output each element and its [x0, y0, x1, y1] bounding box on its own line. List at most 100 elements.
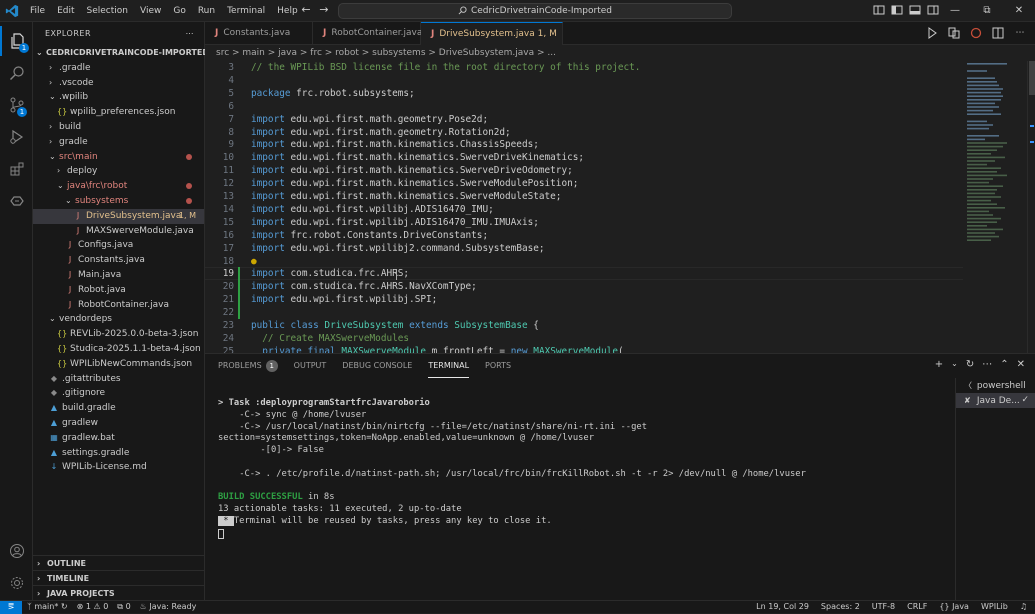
tree-item[interactable]: {} WPILibNewCommands.json [33, 357, 204, 372]
code-line[interactable]: 7 import edu.wpi.first.math.geometry.Pose… [205, 114, 963, 127]
minimize-icon[interactable]: — [939, 0, 971, 22]
terminal-output[interactable]: > Task :deployprogramStartfrcJavaroborio… [218, 398, 948, 539]
code-line[interactable]: 21 import edu.wpi.first.wpilibj.SPI; [205, 294, 963, 307]
remote-indicator-icon[interactable]: ⪚ [0, 601, 22, 614]
split-editor-icon[interactable] [991, 26, 1005, 40]
language-mode[interactable]: {} Java [939, 601, 969, 613]
tab-problems[interactable]: PROBLEMS 1 [218, 354, 278, 378]
restore-icon[interactable]: ⧉ [971, 0, 1003, 22]
code-line[interactable]: 19 import com.studica.frc.AHRS; [205, 268, 963, 281]
more-actions-icon[interactable]: ⋯ [186, 22, 195, 46]
lightbulb-icon[interactable]: ● [251, 256, 257, 269]
code-line[interactable]: 5 package frc.robot.subsystems; [205, 88, 963, 101]
notifications-bell-icon[interactable]: ♫ [1020, 601, 1027, 613]
tree-item[interactable]: › deploy [33, 164, 204, 179]
tree-item[interactable]: › gradle [33, 135, 204, 150]
code-editor[interactable]: 3 // the WPILib BSD license file in the r… [205, 61, 963, 353]
run-debug-activity[interactable] [0, 122, 33, 152]
code-line[interactable]: 14 import edu.wpi.first.wpilibj.ADIS16470… [205, 204, 963, 217]
tab-drivesubsystem[interactable]: J DriveSubsystem.java 1, M [421, 22, 563, 60]
toggle-primary-sidebar-icon[interactable] [890, 3, 904, 17]
code-line[interactable]: 4 [205, 75, 963, 88]
code-line[interactable]: 25 private final MAXSwerveModule m_front… [205, 346, 963, 353]
forward-arrow-icon[interactable]: → [316, 2, 332, 18]
minimap[interactable] [963, 61, 1027, 353]
code-line[interactable]: 18 ● [205, 256, 963, 269]
tree-item[interactable]: {} REVLib-2025.0.0-beta-3.json [33, 327, 204, 342]
tree-item[interactable]: ↓ WPILib-License.md [33, 460, 204, 475]
rerun-task-icon[interactable]: ↻ [966, 359, 974, 370]
terminal-item-powershell[interactable]: 〈 powershell [956, 378, 1035, 393]
code-line[interactable]: 20 import com.studica.frc.AHRS.NavXComTyp… [205, 281, 963, 294]
extensions-activity[interactable] [0, 154, 33, 184]
explorer-activity[interactable]: 1 [0, 26, 33, 56]
tree-item[interactable]: J Constants.java [33, 253, 204, 268]
tab-debug-console[interactable]: DEBUG CONSOLE [342, 354, 412, 378]
code-line[interactable]: 12 import edu.wpi.first.math.kinematics.S… [205, 178, 963, 191]
tree-item[interactable]: {} Studica-2025.1.1-beta-4.json [33, 342, 204, 357]
compare-changes-icon[interactable] [947, 26, 961, 40]
close-panel-icon[interactable]: ✕ [1017, 359, 1025, 370]
tree-item[interactable]: ▲ build.gradle [33, 401, 204, 416]
tree-item[interactable]: › build [33, 120, 204, 135]
maximize-panel-icon[interactable]: ⌃ [1000, 359, 1008, 370]
terminal-item-java[interactable]: ✘ Java De... ✓ [956, 393, 1035, 408]
tree-item[interactable]: ⌄ .wpilib [33, 90, 204, 105]
tab-ports[interactable]: PORTS [485, 354, 511, 378]
code-line[interactable]: 17 import edu.wpi.first.wpilibj2.command.… [205, 243, 963, 256]
copilot-icon[interactable] [969, 26, 983, 40]
close-icon[interactable]: ✕ [1003, 0, 1035, 22]
branch-item[interactable]: ᛉ main* ↻ [27, 601, 68, 613]
explorer-root-folder[interactable]: ⌄ CEDRICDRIVETRAINCODE-IMPORTED [33, 46, 209, 61]
toggle-secondary-sidebar-icon[interactable] [926, 3, 940, 17]
menu-selection[interactable]: Selection [81, 0, 134, 22]
tree-item[interactable]: J Configs.java [33, 238, 204, 253]
manage-activity[interactable] [0, 568, 33, 598]
code-line[interactable]: 10 import edu.wpi.first.math.kinematics.S… [205, 152, 963, 165]
wpilib-activity[interactable] [0, 186, 33, 216]
indentation[interactable]: Spaces: 2 [821, 601, 860, 613]
outline-section[interactable]: › OUTLINE [33, 555, 205, 570]
code-line[interactable]: 22 [205, 307, 963, 320]
tree-item[interactable]: J MAXSwerveModule.java [33, 224, 204, 239]
encoding[interactable]: UTF-8 [872, 601, 895, 613]
toggle-panel-icon[interactable] [908, 3, 922, 17]
cursor-position[interactable]: Ln 19, Col 29 [756, 601, 809, 613]
code-line[interactable]: 9 import edu.wpi.first.math.kinematics.Ch… [205, 139, 963, 152]
scrollbar-thumb[interactable] [1029, 61, 1035, 95]
code-line[interactable]: 13 import edu.wpi.first.math.kinematics.S… [205, 191, 963, 204]
search-activity[interactable] [0, 58, 33, 88]
menu-file[interactable]: File [24, 0, 51, 22]
tree-item[interactable]: ◆ .gitignore [33, 386, 204, 401]
java-projects-section[interactable]: › JAVA PROJECTS [33, 585, 205, 600]
wpilib-status[interactable]: WPILib [981, 601, 1008, 613]
tree-item[interactable]: › .gradle [33, 61, 204, 76]
source-control-activity[interactable]: 1 [0, 90, 33, 120]
tree-item[interactable]: ⌄ subsystems [33, 194, 204, 209]
tree-item[interactable]: ▲ gradlew [33, 416, 204, 431]
code-line[interactable]: 6 [205, 101, 963, 114]
menu-run[interactable]: Run [192, 0, 221, 22]
tree-item[interactable]: J RobotContainer.java [33, 298, 204, 313]
tree-item[interactable]: J Main.java [33, 268, 204, 283]
tree-item[interactable]: ▦ gradlew.bat [33, 431, 204, 446]
code-line[interactable]: 8 import edu.wpi.first.math.geometry.Rota… [205, 127, 963, 140]
tree-item[interactable]: J DriveSubsystem.java 1, M [33, 208, 204, 224]
problems-item[interactable]: ⊗ 1 ⚠ 0 [77, 601, 109, 613]
code-line[interactable]: 16 import frc.robot.Constants.DriveConsta… [205, 230, 963, 243]
timeline-section[interactable]: › TIMELINE [33, 570, 205, 585]
tree-item[interactable]: › .vscode [33, 76, 204, 91]
tree-item[interactable]: J Robot.java [33, 283, 204, 298]
editor-scrollbar[interactable] [1027, 61, 1035, 353]
code-line[interactable]: 23 public class DriveSubsystem extends Su… [205, 320, 963, 333]
command-center-search[interactable]: CedricDrivetrainCode-Imported [338, 3, 732, 19]
code-line[interactable]: 15 import edu.wpi.first.wpilibj.ADIS16470… [205, 217, 963, 230]
tab-constants[interactable]: J Constants.java [205, 22, 313, 45]
code-line[interactable]: 24 // Create MAXSwerveModules [205, 333, 963, 346]
accounts-activity[interactable] [0, 536, 33, 566]
tree-item[interactable]: ▲ settings.gradle [33, 446, 204, 461]
run-icon[interactable] [925, 26, 939, 40]
java-status-item[interactable]: ♨ Java: Ready [140, 601, 197, 613]
tab-output[interactable]: OUTPUT [294, 354, 327, 378]
code-line[interactable]: 3 // the WPILib BSD license file in the r… [205, 62, 963, 75]
